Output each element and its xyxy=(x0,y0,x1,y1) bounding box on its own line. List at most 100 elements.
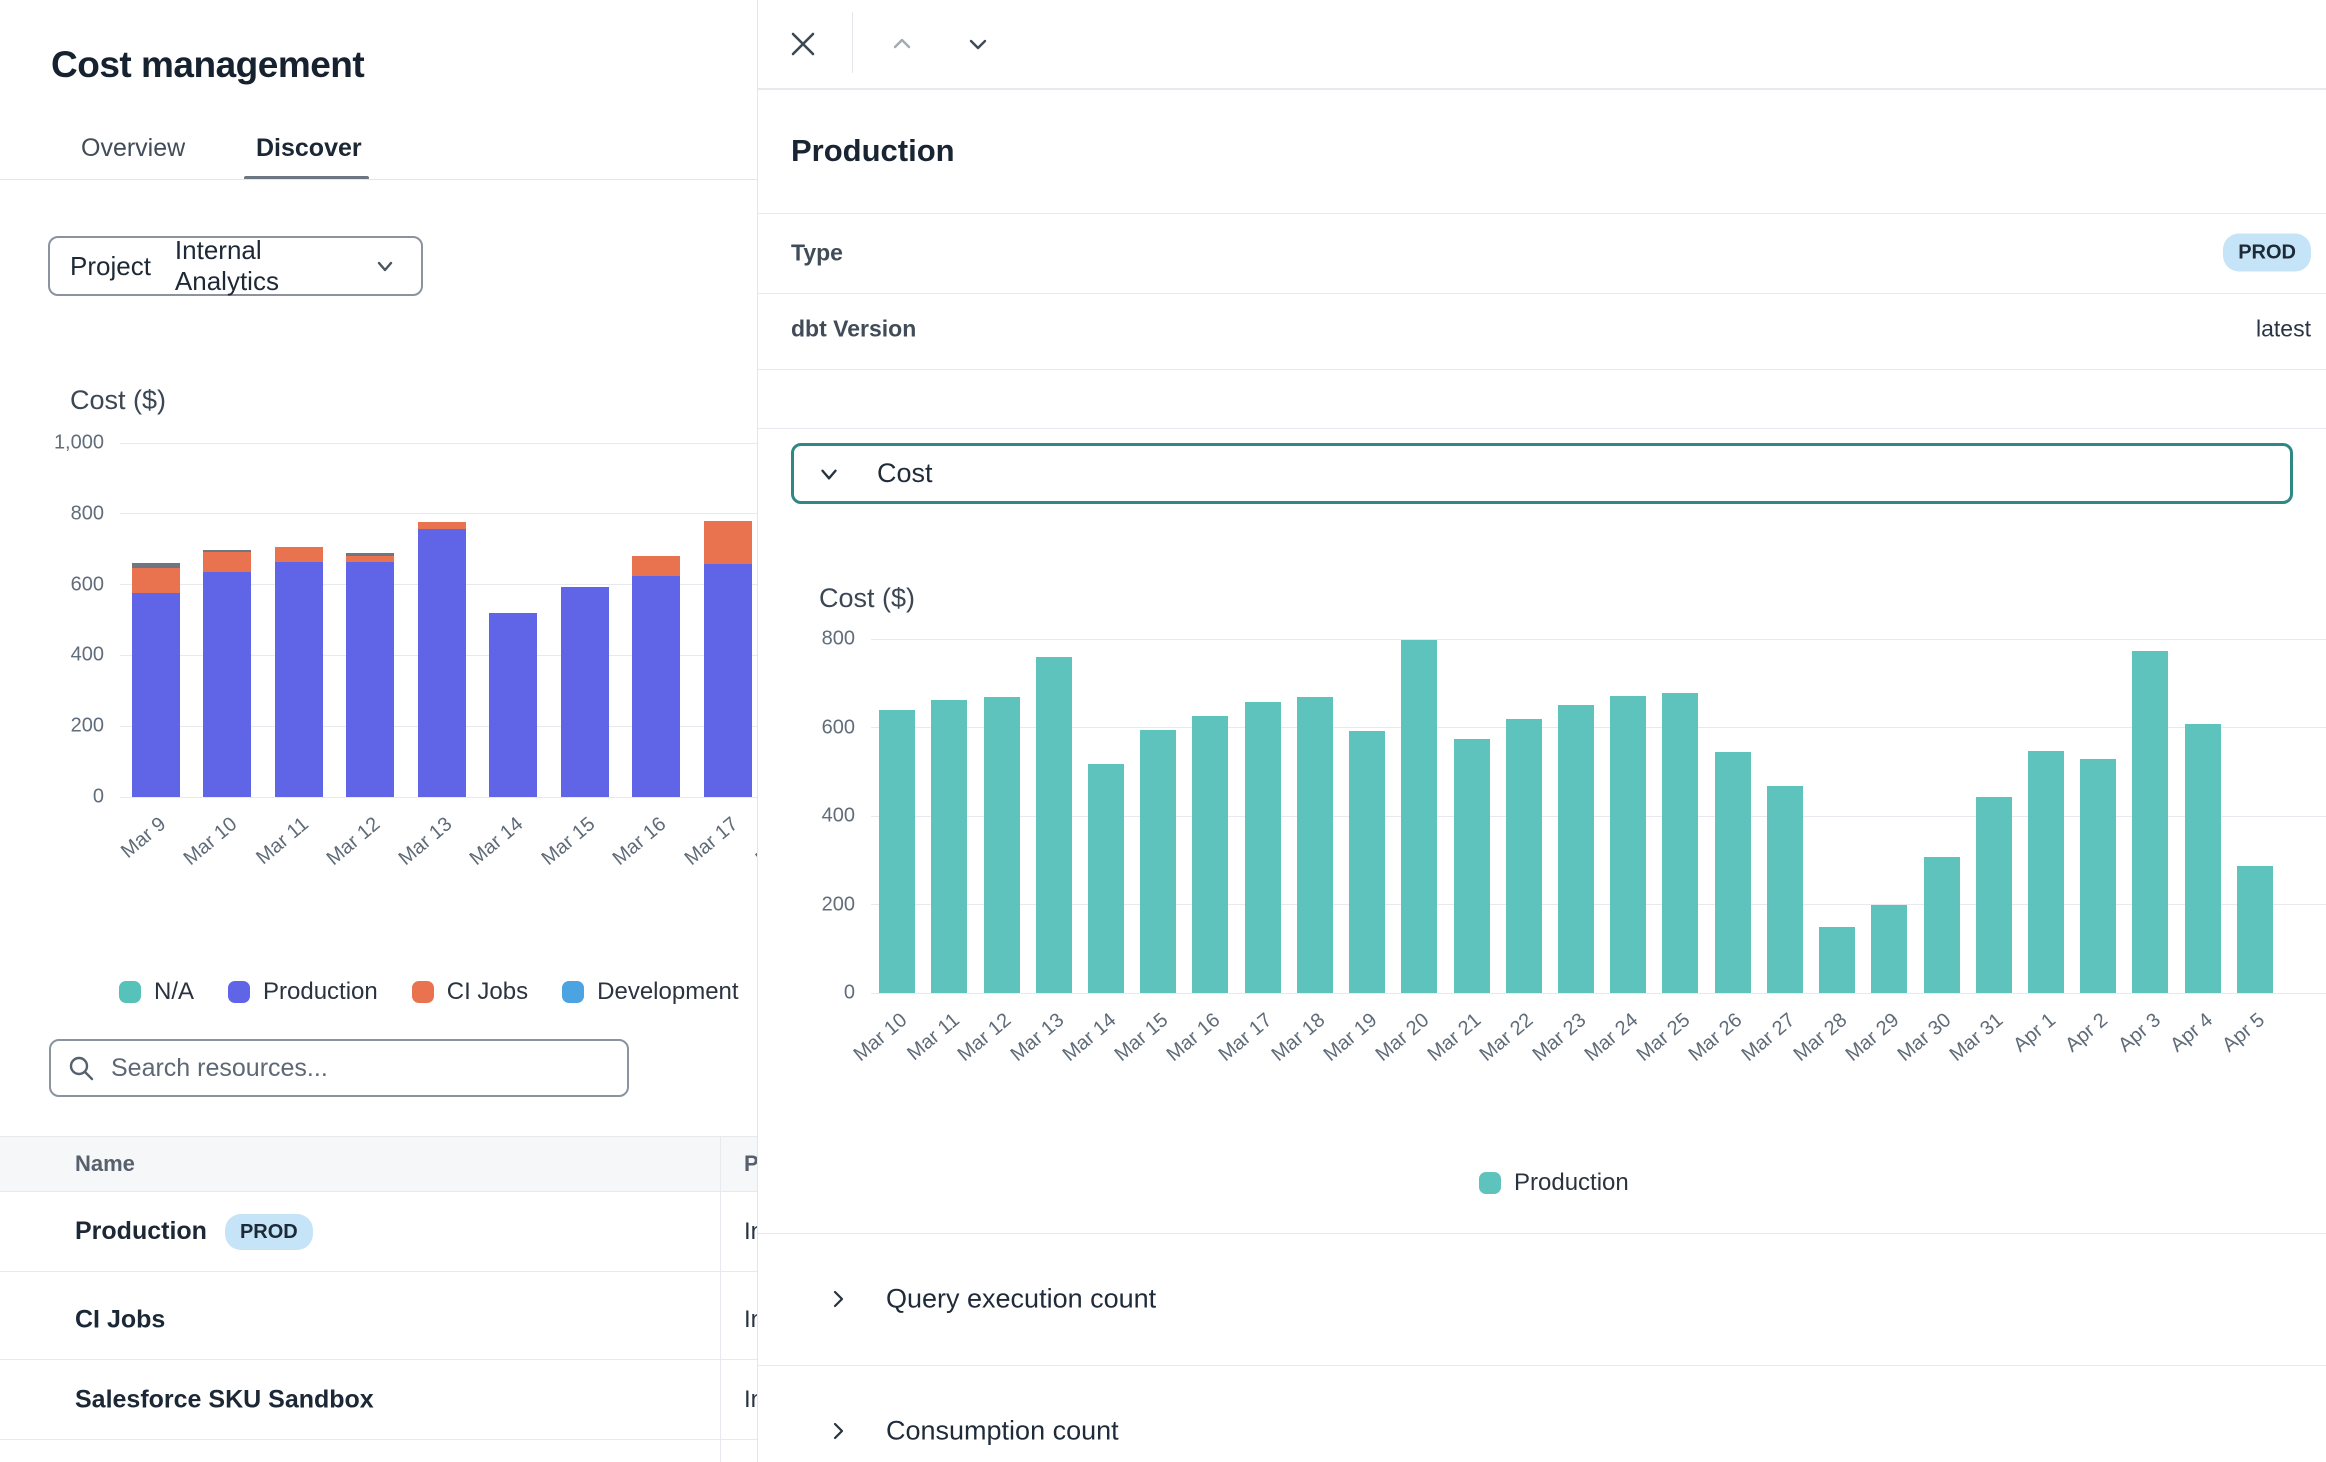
bar[interactable] xyxy=(1036,657,1072,993)
tab-discover[interactable]: Discover xyxy=(256,134,362,163)
bar-segment xyxy=(2237,866,2273,993)
legend-swatch xyxy=(119,981,141,1003)
chart-category-slot: Mar 10 xyxy=(871,639,923,993)
right-chart-legend: Production xyxy=(1479,1169,1629,1197)
bar[interactable] xyxy=(2237,866,2273,993)
bar[interactable] xyxy=(1610,696,1646,993)
bar[interactable] xyxy=(704,521,752,797)
bar-segment xyxy=(1767,786,1803,993)
bar-segment xyxy=(1819,927,1855,993)
chart-category-slot: Mar 15 xyxy=(549,443,621,797)
chart-category-slot: Apr 1 xyxy=(2020,639,2072,993)
close-icon[interactable] xyxy=(781,22,825,66)
bar[interactable] xyxy=(132,563,180,797)
x-axis-tick-label: Mar 10 xyxy=(849,1009,911,1067)
chevron-right-icon xyxy=(826,1419,850,1443)
table-row[interactable]: Salesforce SKU SandboxInternal Analytics xyxy=(0,1360,757,1440)
bar[interactable] xyxy=(203,550,251,797)
table-row[interactable]: ProductionPRODInternal Analytics xyxy=(0,1192,757,1272)
bar[interactable] xyxy=(1506,719,1542,993)
y-axis-tick-label: 1,000 xyxy=(54,432,104,455)
bar[interactable] xyxy=(561,587,609,797)
column-header-name: Name xyxy=(75,1151,135,1177)
table-row[interactable]: CI JobsInternal Analytics xyxy=(0,1280,757,1360)
chart-category-slot: Mar 12 xyxy=(335,443,407,797)
cost-section-header[interactable]: Cost xyxy=(791,443,2293,504)
legend-item[interactable]: Development xyxy=(562,978,738,1006)
field-label-dbt-version: dbt Version xyxy=(791,316,916,343)
bar[interactable] xyxy=(346,553,394,797)
x-axis-tick-label: Mar 28 xyxy=(1789,1009,1851,1067)
bar-segment xyxy=(1715,752,1751,993)
x-axis-tick-label: Mar 13 xyxy=(394,813,456,871)
bar[interactable] xyxy=(2028,751,2064,993)
bar[interactable] xyxy=(275,547,323,797)
bar[interactable] xyxy=(2080,759,2116,993)
main-content: Cost management Overview Discover Projec… xyxy=(0,0,757,1462)
bar-segment xyxy=(1976,797,2012,993)
chevron-up-icon[interactable] xyxy=(880,22,924,66)
legend-item[interactable]: N/A xyxy=(119,978,194,1006)
chart-category-slot: Apr 2 xyxy=(2072,639,2124,993)
bar[interactable] xyxy=(1140,730,1176,993)
bar[interactable] xyxy=(1715,752,1751,993)
bar[interactable] xyxy=(1245,702,1281,993)
legend-item[interactable]: Production xyxy=(1479,1169,1629,1197)
bar[interactable] xyxy=(1976,797,2012,993)
x-axis-tick-label: Mar 22 xyxy=(1476,1009,1538,1067)
resource-name: CI Jobs xyxy=(75,1305,165,1334)
bar[interactable] xyxy=(1871,905,1907,994)
x-axis-tick-label: Mar 29 xyxy=(1842,1009,1904,1067)
bar[interactable] xyxy=(1924,857,1960,993)
bar[interactable] xyxy=(1767,786,1803,993)
bar[interactable] xyxy=(879,710,915,993)
bar-segment xyxy=(1036,657,1072,993)
chart-category-slot: Mar 16 xyxy=(621,443,693,797)
bar-segment xyxy=(346,562,394,797)
bar[interactable] xyxy=(1558,705,1594,993)
consumption-count-section[interactable]: Consumption count xyxy=(758,1365,2326,1462)
bar-segment xyxy=(1506,719,1542,993)
x-axis-tick-label: Mar 20 xyxy=(1372,1009,1434,1067)
table-row[interactable]: GBP Salesforce SandboxInternal Analytics xyxy=(0,1440,757,1462)
bar[interactable] xyxy=(1819,927,1855,993)
x-axis-tick-label: Mar 11 xyxy=(903,1009,964,1066)
legend-item[interactable]: CI Jobs xyxy=(412,978,528,1006)
bar-segment xyxy=(275,547,323,562)
bar-segment xyxy=(1349,731,1385,993)
bar-segment xyxy=(2028,751,2064,993)
chart-category-slot: Mar 23 xyxy=(1550,639,1602,993)
bar-segment xyxy=(1088,764,1124,993)
chart-category-slot: Apr 5 xyxy=(2229,639,2281,993)
bar[interactable] xyxy=(632,556,680,797)
x-axis-tick-label: Mar 24 xyxy=(1581,1009,1643,1067)
field-label-type: Type xyxy=(791,240,843,267)
bar[interactable] xyxy=(2185,724,2221,993)
bar[interactable] xyxy=(1297,697,1333,993)
bar[interactable] xyxy=(2132,651,2168,993)
chart-category-slot: Mar 26 xyxy=(1707,639,1759,993)
bar[interactable] xyxy=(984,697,1020,993)
bar[interactable] xyxy=(489,613,537,797)
bar[interactable] xyxy=(1401,640,1437,993)
bar[interactable] xyxy=(1088,764,1124,993)
bar-segment xyxy=(418,522,466,529)
search-input[interactable] xyxy=(111,1054,611,1083)
left-chart-title: Cost ($) xyxy=(70,385,166,416)
bar[interactable] xyxy=(931,700,967,993)
chart-category-slot: Mar 20 xyxy=(1393,639,1445,993)
tab-overview[interactable]: Overview xyxy=(81,134,185,163)
bar[interactable] xyxy=(1662,693,1698,993)
chart-category-slot: Mar 27 xyxy=(1759,639,1811,993)
y-axis-tick-label: 600 xyxy=(822,716,855,739)
bar[interactable] xyxy=(1454,739,1490,993)
divider xyxy=(758,428,2326,429)
bar-segment xyxy=(984,697,1020,993)
bar[interactable] xyxy=(418,522,466,797)
bar[interactable] xyxy=(1349,731,1385,993)
project-filter-dropdown[interactable]: Project Internal Analytics xyxy=(48,236,423,296)
legend-item[interactable]: Production xyxy=(228,978,378,1006)
query-execution-count-section[interactable]: Query execution count xyxy=(758,1233,2326,1365)
chevron-down-icon[interactable] xyxy=(956,22,1000,66)
bar[interactable] xyxy=(1192,716,1228,993)
